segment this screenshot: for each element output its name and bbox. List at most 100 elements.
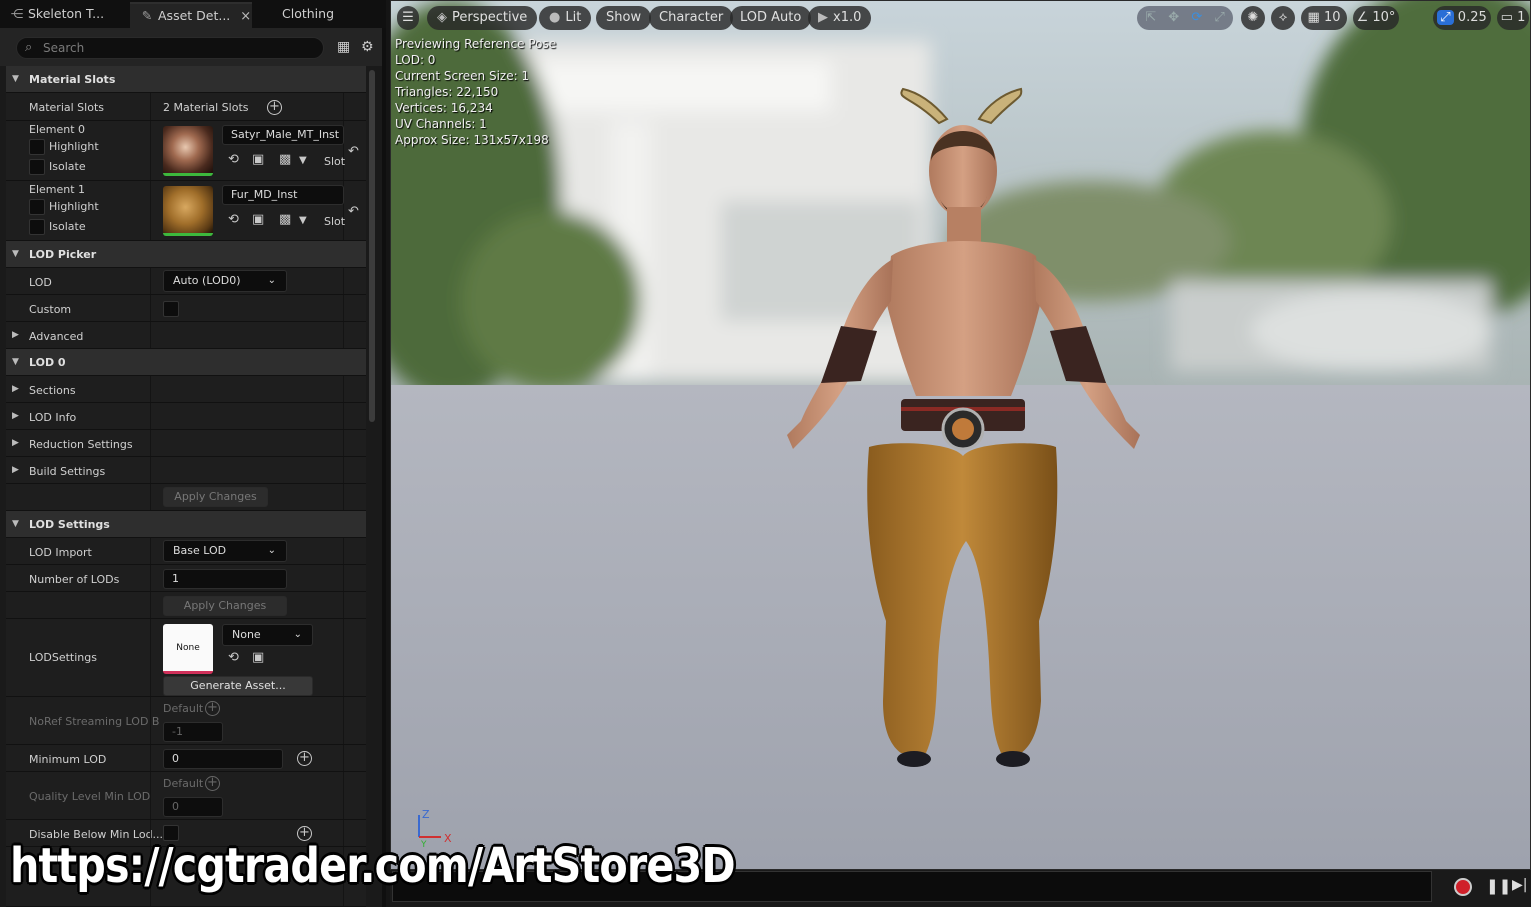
details-panel: ⋲ Skeleton T... ✎ Asset Det... × Clothing ⌕… bbox=[0, 0, 386, 907]
lodsettings-thumbnail[interactable]: None bbox=[163, 624, 213, 674]
browse-folder-icon[interactable]: ▣ bbox=[252, 651, 264, 665]
lod0-reduction-settings-row[interactable]: ▶ Reduction Settings bbox=[6, 430, 366, 457]
expand-arrow-icon: ▶ bbox=[12, 330, 19, 340]
lodsettings-dropdown[interactable]: None ⌄ bbox=[222, 624, 313, 646]
material-thumbnail[interactable] bbox=[163, 126, 213, 176]
use-selected-icon[interactable]: ⟲ bbox=[228, 153, 239, 167]
skeleton-tree-icon: ⋲ bbox=[10, 6, 24, 21]
chevron-down-icon[interactable]: ▼ bbox=[299, 154, 307, 168]
camera-speed-button[interactable]: ▭ 1 bbox=[1497, 6, 1529, 30]
property-list: ▼ Material Slots Material Slots 2 Materi… bbox=[6, 66, 366, 907]
sphere-icon: ● bbox=[549, 10, 561, 25]
add-override-icon[interactable]: + bbox=[205, 701, 220, 716]
advanced-row[interactable]: ▶ Advanced bbox=[6, 322, 366, 349]
step-forward-icon[interactable]: ▶| bbox=[1512, 877, 1527, 893]
tab-skeleton-tree[interactable]: ⋲ Skeleton T... bbox=[0, 2, 128, 28]
lod-dropdown[interactable]: Auto (LOD0) ⌄ bbox=[163, 270, 287, 292]
table-view-icon[interactable]: ▦ bbox=[337, 39, 350, 55]
isolate-checkbox[interactable] bbox=[29, 219, 45, 235]
browse-folder-icon[interactable]: ▣ bbox=[252, 153, 264, 167]
viewport-menu-button[interactable]: ☰ bbox=[397, 6, 419, 30]
reset-arrow-icon[interactable]: ↶ bbox=[348, 205, 359, 219]
record-icon[interactable] bbox=[1454, 878, 1472, 896]
section-lod-picker[interactable]: ▼ LOD Picker bbox=[6, 241, 366, 268]
lod-auto-button[interactable]: LOD Auto bbox=[730, 6, 812, 30]
noref-streaming-field[interactable]: -1 bbox=[163, 722, 223, 742]
viewport-stats: Previewing Reference Pose LOD: 0 Current… bbox=[395, 36, 556, 148]
lod0-sections-row[interactable]: ▶ Sections bbox=[6, 376, 366, 403]
use-selected-icon[interactable]: ⟲ bbox=[228, 213, 239, 227]
minimum-lod-field[interactable]: 0 bbox=[163, 749, 283, 769]
custom-row: Custom bbox=[6, 295, 366, 322]
close-tab-icon[interactable]: × bbox=[240, 9, 251, 24]
viewport-scene bbox=[391, 1, 1530, 869]
checker-icon[interactable]: ▩ bbox=[279, 153, 291, 167]
generate-asset-button[interactable]: Generate Asset... bbox=[163, 676, 313, 696]
chevron-down-icon: ⌄ bbox=[267, 275, 276, 286]
highlight-checkbox[interactable] bbox=[29, 139, 45, 155]
show-button[interactable]: Show bbox=[596, 6, 652, 30]
add-override-icon[interactable]: + bbox=[297, 751, 312, 766]
section-lod-settings[interactable]: ▼ LOD Settings bbox=[6, 511, 366, 538]
material-slot-count: 2 Material Slots bbox=[163, 101, 249, 114]
surface-snap-icon[interactable]: ⟡ bbox=[1271, 6, 1295, 30]
number-of-lods-row: Number of LODs 1 bbox=[6, 565, 366, 592]
gear-icon[interactable]: ⚙ bbox=[361, 39, 374, 55]
scale-snap-button[interactable]: ⤢ 0.25 bbox=[1433, 6, 1491, 30]
custom-checkbox[interactable] bbox=[163, 301, 179, 317]
camera-icon: ▭ bbox=[1500, 10, 1513, 25]
stat-line: Previewing Reference Pose bbox=[395, 37, 557, 51]
grid-snap-button[interactable]: ▦ 10 bbox=[1301, 6, 1347, 30]
angle-snap-button[interactable]: ∠ 10° bbox=[1353, 6, 1399, 30]
search-input[interactable] bbox=[43, 39, 313, 57]
search-row: ⌕ bbox=[0, 28, 382, 66]
perspective-button[interactable]: ◈ Perspective bbox=[427, 6, 538, 30]
lod-import-dropdown[interactable]: Base LOD ⌄ bbox=[163, 540, 287, 562]
collapse-arrow-icon: ▼ bbox=[12, 74, 19, 84]
use-selected-icon[interactable]: ⟲ bbox=[228, 651, 239, 665]
world-local-icon[interactable]: ✺ bbox=[1241, 6, 1265, 30]
reset-arrow-icon[interactable]: ↶ bbox=[348, 145, 359, 159]
section-lod-0[interactable]: ▼ LOD 0 bbox=[6, 349, 366, 376]
expand-arrow-icon: ▶ bbox=[12, 411, 19, 421]
move-icon[interactable]: ✥ bbox=[1168, 10, 1179, 25]
lit-button[interactable]: ● Lit bbox=[539, 6, 592, 30]
apply-changes-button[interactable]: Apply Changes bbox=[163, 596, 287, 616]
add-material-slot-icon[interactable]: + bbox=[267, 100, 282, 115]
stat-line: Vertices: 16,234 bbox=[395, 101, 493, 115]
stat-line: Current Screen Size: 1 bbox=[395, 69, 530, 83]
section-material-slots[interactable]: ▼ Material Slots bbox=[6, 66, 366, 93]
material-asset-field[interactable]: Fur_MD_Inst bbox=[222, 185, 344, 205]
minimum-lod-row: Minimum LOD 0 + bbox=[6, 745, 366, 772]
lod0-lod-info-row[interactable]: ▶ LOD Info bbox=[6, 403, 366, 430]
add-override-icon[interactable]: + bbox=[205, 776, 220, 791]
stat-line: LOD: 0 bbox=[395, 53, 436, 67]
viewport[interactable]: ☰ ◈ Perspective ● Lit Show Character LOD A… bbox=[390, 0, 1531, 870]
highlight-checkbox[interactable] bbox=[29, 199, 45, 215]
material-thumbnail[interactable] bbox=[163, 186, 213, 236]
select-icon[interactable]: ⇱ bbox=[1145, 10, 1156, 25]
tab-asset-details[interactable]: ✎ Asset Det... × bbox=[130, 2, 252, 28]
browse-folder-icon[interactable]: ▣ bbox=[252, 213, 264, 227]
isolate-checkbox[interactable] bbox=[29, 159, 45, 175]
apply-changes-button[interactable]: Apply Changes bbox=[163, 487, 268, 507]
pause-icon[interactable]: ❚❚ bbox=[1486, 877, 1511, 895]
noref-streaming-row: NoRef Streaming LOD B Default + -1 bbox=[6, 697, 366, 745]
lod0-apply-row: Apply Changes bbox=[6, 484, 366, 511]
property-scrollbar[interactable] bbox=[369, 70, 375, 422]
scale-icon[interactable]: ⤢ bbox=[1214, 10, 1224, 25]
rotate-icon[interactable]: ⟳ bbox=[1191, 10, 1202, 25]
lod-settings-apply-row: Apply Changes bbox=[6, 592, 366, 619]
material-asset-field[interactable]: Satyr_Male_MT_Inst bbox=[222, 125, 344, 145]
stat-line: UV Channels: 1 bbox=[395, 117, 487, 131]
chevron-down-icon[interactable]: ▼ bbox=[299, 214, 307, 228]
number-of-lods-field[interactable]: 1 bbox=[163, 569, 287, 589]
checker-icon[interactable]: ▩ bbox=[279, 213, 291, 227]
character-button[interactable]: Character bbox=[649, 6, 734, 30]
material-element-0: Element 0 Highlight Isolate Satyr_Male_M… bbox=[6, 121, 366, 181]
playback-speed-button[interactable]: ▶ x1.0 bbox=[808, 6, 872, 30]
quality-level-field[interactable]: 0 bbox=[163, 797, 223, 817]
lod0-build-settings-row[interactable]: ▶ Build Settings bbox=[6, 457, 366, 484]
tab-clothing[interactable]: Clothing bbox=[272, 2, 372, 28]
search-box: ⌕ bbox=[16, 37, 324, 59]
